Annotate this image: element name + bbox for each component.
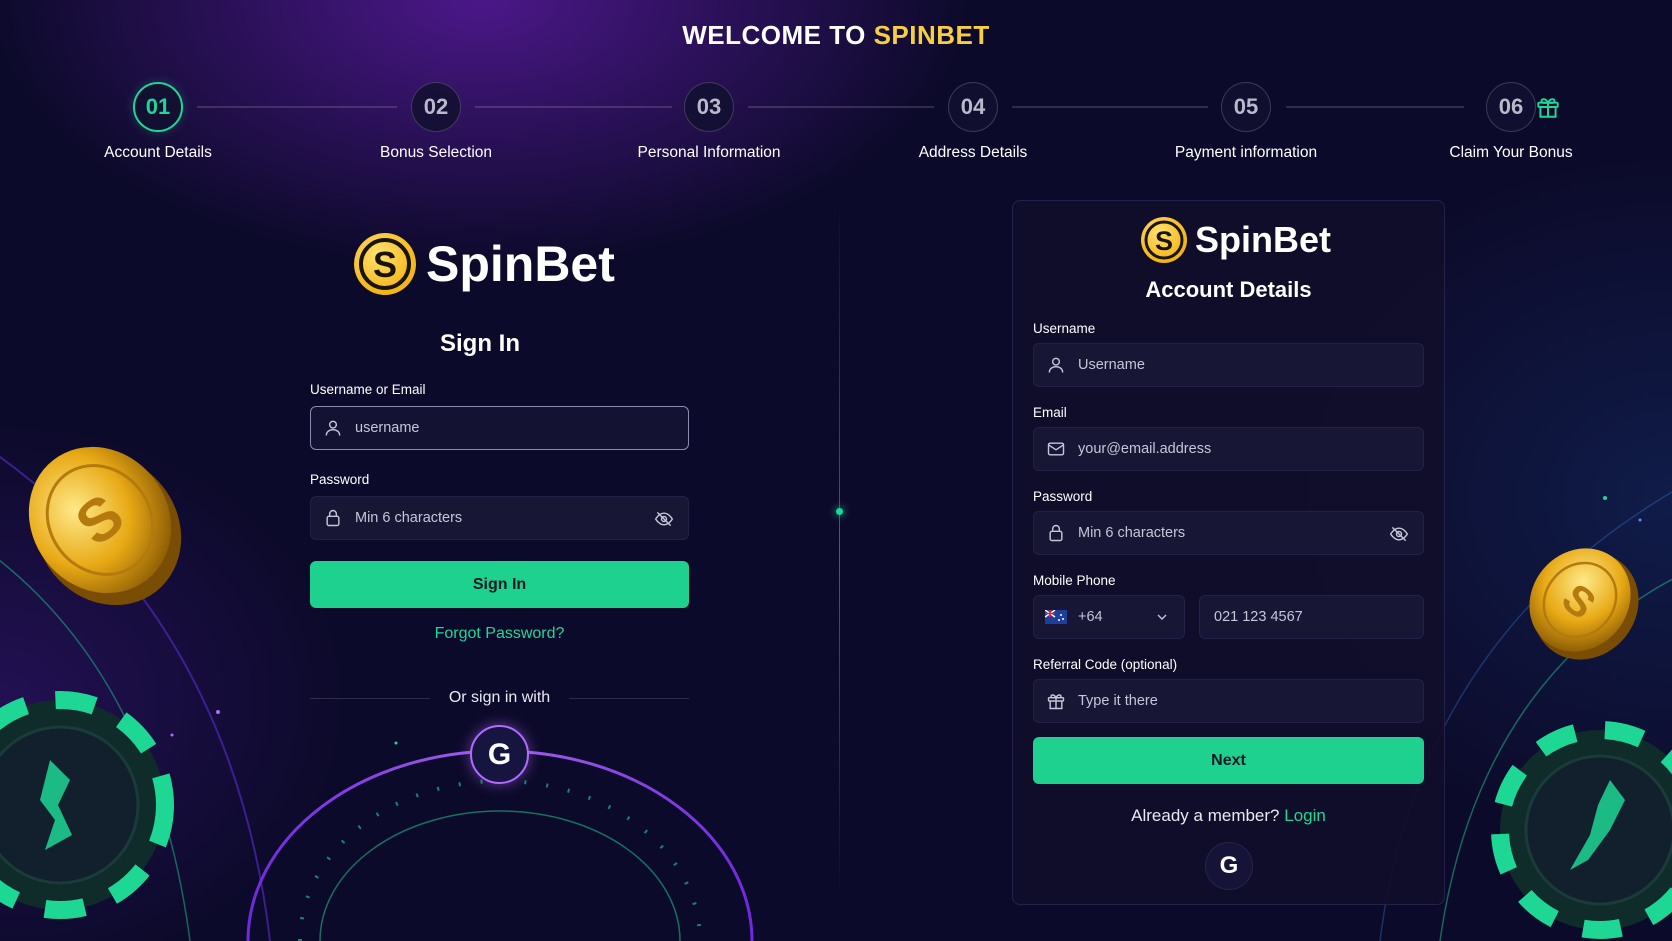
eye-off-icon[interactable] — [654, 509, 674, 534]
divider-dot — [836, 508, 843, 515]
spinbet-logo-mark: S — [1141, 217, 1187, 263]
spinbet-logo: S SpinBet — [354, 233, 615, 295]
password-placeholder: Min 6 characters — [355, 510, 463, 526]
spinbet-logo-text: SpinBet — [1195, 219, 1332, 260]
account-details-card: S SpinBet Account Details Username Usern… — [1012, 200, 1445, 905]
spinbet-logo-mark: S — [354, 233, 416, 295]
user-icon — [311, 418, 355, 438]
step-label: Account Details — [104, 144, 212, 161]
chevron-down-icon — [1154, 609, 1170, 630]
step-label: Claim Your Bonus — [1449, 144, 1573, 161]
welcome-prefix: WELCOME TO — [682, 20, 874, 50]
user-icon — [1034, 355, 1078, 375]
step-label: Address Details — [918, 144, 1028, 161]
coin-icon: S — [1529, 548, 1639, 660]
svg-text:S: S — [1155, 226, 1173, 256]
step-number: 06 — [1486, 82, 1536, 132]
step-claim-your-bonus[interactable]: 06 Claim Your Bonus — [1421, 82, 1601, 162]
or-sign-in-with: Or sign in with — [448, 689, 551, 706]
password-placeholder: Min 6 characters — [1078, 525, 1186, 541]
poker-chip-icon — [1491, 721, 1672, 939]
phone-number-input[interactable]: 021 123 4567 — [1199, 595, 1424, 639]
panel-divider — [839, 205, 840, 895]
signup-username-input[interactable]: Username — [1033, 343, 1424, 387]
account-details-title: Account Details — [1145, 277, 1312, 302]
username-placeholder: Username — [1078, 357, 1145, 373]
welcome-heading: WELCOME TO SPINBET — [0, 20, 1672, 51]
country-code-select[interactable]: +64 — [1033, 595, 1185, 639]
google-icon[interactable]: G — [470, 725, 529, 784]
signin-username-input[interactable]: username — [310, 406, 689, 450]
forgot-password-link[interactable]: Forgot Password? — [310, 625, 689, 643]
step-label: Bonus Selection — [379, 144, 493, 161]
username-label: Username or Email — [310, 382, 426, 397]
step-number: 02 — [411, 82, 461, 132]
step-label: Payment information — [1174, 144, 1318, 161]
step-number: 03 — [684, 82, 734, 132]
step-account-details[interactable]: 01 Account Details — [68, 82, 248, 162]
step-bonus-selection[interactable]: 02 Bonus Selection — [346, 82, 526, 162]
lock-icon — [311, 508, 355, 528]
member-prompt: Already a member? — [1131, 806, 1285, 825]
gift-icon — [1034, 691, 1078, 711]
mail-icon — [1034, 439, 1078, 459]
step-label: Personal Information — [637, 144, 781, 161]
signup-email-input[interactable]: your@email.address — [1033, 427, 1424, 471]
already-member-text: Already a member? Login — [1013, 806, 1444, 826]
flag-icon — [1034, 610, 1078, 624]
coin-icon: S — [28, 446, 182, 606]
email-label: Email — [1033, 405, 1067, 420]
svg-text:S: S — [373, 244, 397, 285]
step-number: 04 — [948, 82, 998, 132]
google-icon[interactable]: G — [1205, 842, 1253, 890]
signup-password-input[interactable]: Min 6 characters — [1033, 511, 1424, 555]
signin-title: Sign In — [440, 330, 520, 357]
poker-chip-icon — [0, 691, 174, 919]
username-label: Username — [1033, 321, 1096, 336]
welcome-brand: SPINBET — [873, 20, 990, 50]
step-address-details[interactable]: 04 Address Details — [883, 82, 1063, 162]
password-label: Password — [1033, 489, 1093, 504]
gift-icon — [1535, 94, 1561, 125]
step-personal-information[interactable]: 03 Personal Information — [619, 82, 799, 162]
username-value: username — [355, 420, 420, 436]
signin-password-input[interactable]: Min 6 characters — [310, 496, 689, 540]
password-label: Password — [310, 472, 370, 487]
step-number: 01 — [133, 82, 183, 132]
spinbet-logo-text: SpinBet — [426, 236, 615, 292]
registration-stepper: 01 Account Details 02 Bonus Selection 03… — [0, 82, 1672, 172]
lock-icon — [1034, 523, 1078, 543]
referral-code-label: Referral Code (optional) — [1033, 657, 1178, 672]
spinbet-logo: S SpinBet — [1141, 217, 1331, 263]
login-link[interactable]: Login — [1284, 806, 1326, 825]
mobile-phone-label: Mobile Phone — [1033, 573, 1116, 588]
referral-placeholder: Type it there — [1078, 693, 1158, 709]
next-button[interactable]: Next — [1033, 737, 1424, 784]
phone-placeholder: 021 123 4567 — [1214, 609, 1303, 625]
eye-off-icon[interactable] — [1389, 524, 1409, 549]
referral-code-input[interactable]: Type it there — [1033, 679, 1424, 723]
step-number: 05 — [1221, 82, 1271, 132]
signin-button[interactable]: Sign In — [310, 561, 689, 608]
country-code-value: +64 — [1078, 609, 1103, 625]
step-payment-information[interactable]: 05 Payment information — [1156, 82, 1336, 162]
email-placeholder: your@email.address — [1078, 441, 1212, 457]
